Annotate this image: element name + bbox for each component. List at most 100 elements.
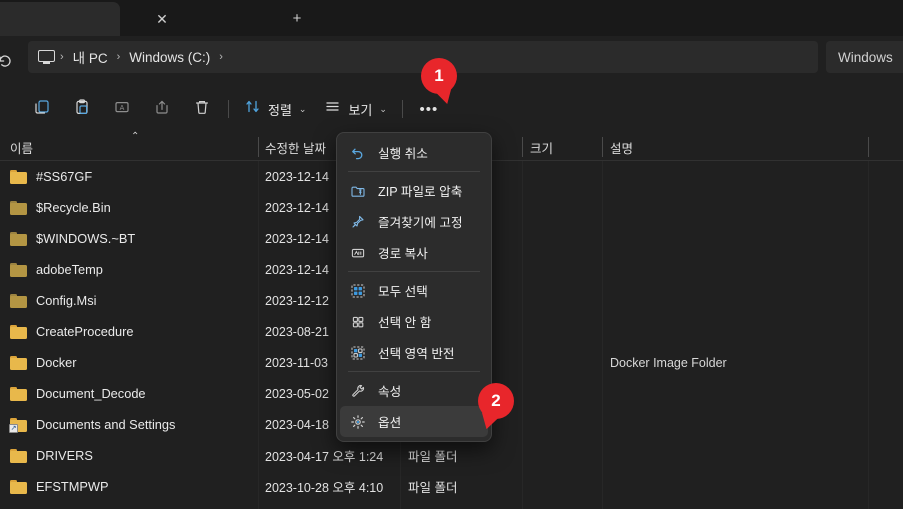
menu-item-properties[interactable]: 속성 [340,375,488,406]
menu-item-select-none[interactable]: 선택 안 함 [340,306,488,337]
file-type-cell: 파일 폴더 [408,450,458,464]
file-name-label: DRIVERS [36,448,93,463]
file-date-cell: 2023-11-03 [265,355,329,370]
file-name-label: CreateProcedure [36,324,134,339]
menu-item-label: 선택 영역 반전 [378,347,455,361]
rename-button[interactable]: A [105,93,139,125]
file-name-cell[interactable]: adobeTemp [10,262,103,277]
delete-button[interactable] [185,93,219,125]
file-name-cell[interactable]: Config.Msi [10,293,96,308]
folder-icon [10,262,27,277]
file-date-cell: 2023-10-28 오후 4:10 [265,481,384,495]
tab-close-icon[interactable]: ✕ [152,9,172,29]
menu-item-label: 모두 선택 [378,285,428,299]
share-button[interactable] [145,93,179,125]
column-divider[interactable] [258,137,259,157]
folder-icon [10,293,27,308]
menu-separator [348,171,480,172]
file-name-label: Document_Decode [36,386,146,401]
file-name-cell[interactable]: Docker [10,355,77,370]
file-name-label: Documents and Settings [36,417,176,432]
menu-item-label: 즐겨찾기에 고정 [378,216,463,230]
toolbar-divider [228,100,229,118]
menu-item-undo[interactable]: 실행 취소 [340,137,488,168]
paste-button[interactable] [65,93,99,125]
menu-separator [348,371,480,372]
chevron-down-icon: ⌄ [379,103,387,114]
refresh-icon[interactable] [0,48,18,74]
zip-icon [349,183,367,199]
pin-icon [349,214,367,230]
sort-button[interactable]: 정렬 ⌄ [238,93,312,125]
menu-item-pin[interactable]: 즐겨찾기에 고정 [340,206,488,237]
folder-shortcut-icon [9,417,27,433]
menu-separator [348,271,480,272]
view-button[interactable]: 보기 ⌄ [318,93,392,125]
tab-active[interactable] [0,2,120,36]
table-row[interactable]: DRIVERS 2023-04-17 오후 1:24 파일 폴더 [0,440,903,471]
file-name-label: $Recycle.Bin [36,200,111,215]
breadcrumb-item-windows-c[interactable]: Windows (C:) [123,48,216,67]
sort-icon [244,98,261,120]
copy-path-icon [349,245,367,261]
file-name-label: EFSTMPWP [36,479,109,494]
file-name-cell[interactable]: Documents and Settings [9,417,176,433]
file-date-cell: 2023-12-14 [265,200,329,215]
folder-icon [10,231,27,246]
menu-item-options-gear[interactable]: 옵션 [340,406,488,437]
options-gear-icon [349,414,367,430]
menu-item-zip[interactable]: ZIP 파일로 압축 [340,175,488,206]
column-divider[interactable] [868,137,869,157]
column-header-date[interactable]: 수정한 날짜 [265,133,326,161]
file-date-cell: 2023-12-14 [265,262,329,277]
column-divider[interactable] [602,137,603,157]
monitor-icon[interactable] [38,49,55,65]
column-header-size[interactable]: 크기 [530,133,553,161]
file-date-cell: 2023-04-17 오후 1:24 [265,450,384,464]
file-name-cell[interactable]: $Recycle.Bin [10,200,111,215]
folder-icon [10,355,27,370]
file-name-cell[interactable]: DRIVERS [10,448,93,463]
file-name-cell[interactable]: Document_Decode [10,386,146,401]
copy-icon [33,98,51,121]
file-name-cell[interactable]: EFSTMPWP [10,479,109,494]
breadcrumb-item-mypc[interactable]: 내 PC [67,45,114,69]
search-input[interactable]: Windows [826,41,903,73]
folder-icon [10,200,27,215]
table-row[interactable]: EFSTMPWP 2023-10-28 오후 4:10 파일 폴더 [0,471,903,502]
callout-badge-2: 2 [478,383,514,419]
file-name-cell[interactable]: #SS67GF [10,169,92,184]
file-name-label: #SS67GF [36,169,93,184]
menu-item-label: 실행 취소 [378,147,428,161]
menu-item-invert-selection[interactable]: 선택 영역 반전 [340,337,488,368]
tab-strip: ✕ + [0,0,903,36]
chevron-down-icon: ⌄ [298,103,307,114]
view-icon [324,98,341,120]
paste-icon [73,98,91,121]
column-header-desc[interactable]: 설명 [610,133,633,161]
copy-button[interactable] [25,93,59,125]
file-date-cell: 2023-12-12 [265,293,329,308]
sort-indicator-icon: ⌃ [131,131,140,142]
file-date-cell: 2023-12-14 [265,231,329,246]
file-date-cell: 2023-12-14 [265,169,329,184]
column-divider[interactable] [522,137,523,157]
invert-selection-icon [349,345,367,361]
file-name-label: $WINDOWS.~BT [36,231,136,246]
menu-item-select-all[interactable]: 모두 선택 [340,275,488,306]
file-explorer-window: ✕ + › 내 PC › Windows (C:) › Windows A 정렬… [0,0,903,509]
select-none-icon [349,314,367,330]
file-date-cell: 2023-05-02 [265,386,329,401]
file-date-cell: 2023-04-18 [265,417,329,432]
sort-label: 정렬 [268,102,292,118]
menu-item-copy-path[interactable]: 경로 복사 [340,237,488,268]
file-name-cell[interactable]: CreateProcedure [10,324,133,339]
breadcrumb-separator: › [219,51,223,63]
folder-icon [10,448,27,463]
new-tab-icon[interactable]: + [286,9,308,29]
menu-item-label: 옵션 [378,416,402,430]
column-header-name[interactable]: 이름 [10,133,33,161]
menu-item-label: ZIP 파일로 압축 [378,185,463,199]
file-name-cell[interactable]: $WINDOWS.~BT [10,231,135,246]
file-date-cell: 2023-08-21 [265,324,329,339]
